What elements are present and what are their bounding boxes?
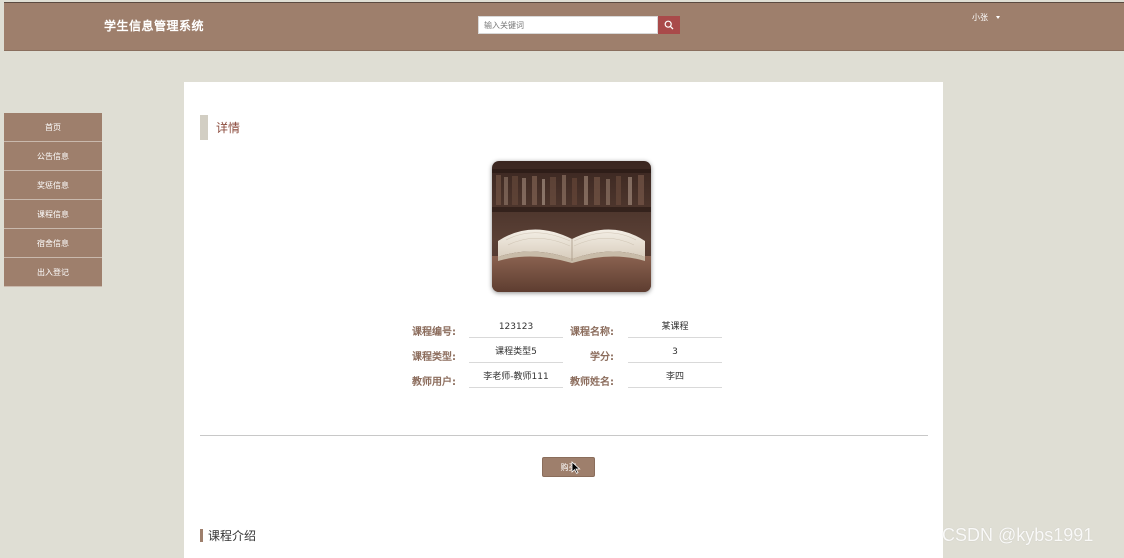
sidebar: 首页 公告信息 奖惩信息 课程信息 宿舍信息 出入登记 [4, 113, 102, 287]
sidebar-item-label: 首页 [45, 122, 61, 132]
teacher-name-label: 教师姓名: [570, 377, 614, 388]
top-navbar: 学生信息管理系统 小张 [4, 2, 1124, 51]
teacher-user-label: 教师用户: [412, 377, 456, 388]
divider [200, 435, 928, 436]
user-menu[interactable]: 小张 [972, 12, 1000, 23]
course-image [492, 161, 651, 292]
watermark: CSDN @kybs1991 [942, 525, 1094, 545]
detail-section-header: 详情 [200, 115, 240, 140]
section-marker [200, 115, 208, 140]
search-button[interactable] [658, 16, 680, 34]
sidebar-item-rewards-penalties[interactable]: 奖惩信息 [4, 171, 102, 200]
open-book-image [492, 161, 651, 292]
course-no-label: 课程编号: [412, 327, 456, 338]
search-input[interactable] [478, 16, 658, 34]
sidebar-item-label: 奖惩信息 [37, 180, 69, 190]
course-name-value: 某课程 [628, 320, 722, 338]
teacher-name-value: 李四 [628, 370, 722, 388]
sidebar-item-dormitory[interactable]: 宿舍信息 [4, 229, 102, 258]
course-type-label: 课程类型: [412, 352, 456, 363]
chevron-down-icon [996, 16, 1000, 19]
sidebar-item-label: 宿舍信息 [37, 238, 69, 248]
detail-panel: 详情 课程编号: 123123 课程名称: 某课程 课程类型: 课程类型5 学分… [184, 82, 943, 558]
course-name-label: 课程名称: [570, 327, 614, 338]
search-bar [478, 16, 680, 34]
sidebar-item-label: 课程信息 [37, 209, 69, 219]
credit-label: 学分: [590, 352, 614, 363]
sidebar-item-label: 公告信息 [37, 151, 69, 161]
sidebar-item-announcements[interactable]: 公告信息 [4, 142, 102, 171]
search-icon [664, 20, 674, 30]
sidebar-item-access-log[interactable]: 出入登记 [4, 258, 102, 287]
buy-button[interactable]: 购买 [542, 457, 595, 477]
intro-title: 课程介绍 [208, 529, 257, 543]
sidebar-item-courses[interactable]: 课程信息 [4, 200, 102, 229]
sidebar-item-home[interactable]: 首页 [4, 113, 102, 142]
sidebar-item-label: 出入登记 [37, 267, 69, 277]
username: 小张 [972, 13, 988, 22]
site-title: 学生信息管理系统 [104, 19, 205, 33]
mouse-cursor-icon [571, 461, 581, 474]
credit-value: 3 [628, 345, 722, 363]
intro-section-header: 课程介绍 [200, 527, 256, 544]
section-marker [200, 529, 203, 542]
detail-title: 详情 [216, 121, 241, 135]
